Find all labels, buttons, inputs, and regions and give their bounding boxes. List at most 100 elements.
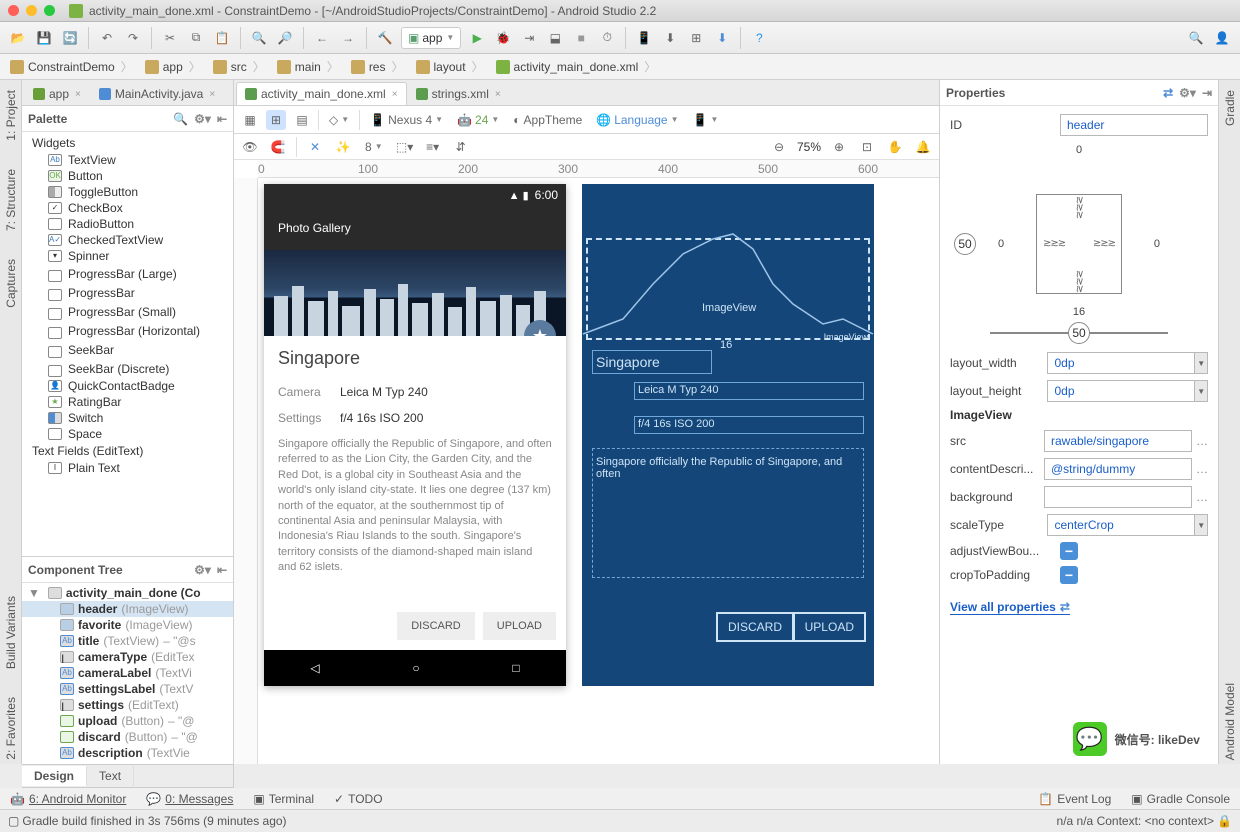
tab-text[interactable]: Text (87, 766, 134, 786)
prop-bg-input[interactable] (1044, 486, 1192, 508)
bp-upload[interactable]: UPLOAD (793, 612, 866, 642)
rail-structure[interactable]: 7: Structure (4, 165, 18, 235)
find-icon[interactable]: 🔍 (249, 28, 269, 48)
rail-build-variants[interactable]: Build Variants (4, 592, 18, 673)
save-icon[interactable]: 💾 (34, 28, 54, 48)
warnings-icon[interactable]: 🔔 (913, 137, 933, 157)
cut-icon[interactable]: ✂ (160, 28, 180, 48)
run-config-selector[interactable]: ▣app ▼ (401, 27, 461, 49)
more-icon[interactable]: … (1196, 490, 1208, 504)
dropdown-icon[interactable]: ▼ (1195, 352, 1208, 374)
cd-bias-b[interactable]: 50 (1068, 322, 1090, 344)
search-icon[interactable]: 🔍 (1186, 28, 1206, 48)
close-icon[interactable]: × (209, 89, 215, 100)
maximize-window-icon[interactable] (44, 5, 55, 16)
palette-item-togglebutton[interactable]: ToggleButton (22, 184, 233, 200)
tw-event-log[interactable]: 📋 Event Log (1038, 792, 1111, 806)
close-icon[interactable]: × (75, 89, 81, 100)
clear-constraints-icon[interactable]: ✕ (305, 137, 325, 157)
stop-icon[interactable]: ■ (571, 28, 591, 48)
crumb-main[interactable]: main (273, 56, 347, 78)
props-settings-icon[interactable]: ⚙▾ (1179, 86, 1196, 100)
palette-item-progressbar[interactable]: ProgressBar (22, 283, 233, 302)
more-icon[interactable]: … (1196, 434, 1208, 448)
prop-lw-input[interactable] (1047, 352, 1195, 374)
prop-cd-input[interactable] (1044, 458, 1192, 480)
palette-item-checkedtextview[interactable]: A✓CheckedTextView (22, 232, 233, 248)
more-icon[interactable]: … (1196, 462, 1208, 476)
zoom-out-icon[interactable]: ⊖ (769, 137, 789, 157)
rail-project[interactable]: 1: Project (4, 86, 18, 145)
prop-st-input[interactable] (1047, 514, 1195, 536)
props-hide-icon[interactable]: ⇥ (1202, 86, 1212, 100)
palette-item-progressbar-large[interactable]: ProgressBar (Large) (22, 264, 233, 283)
prop-ctp-toggle[interactable]: − (1060, 566, 1078, 584)
tab-activity-main-done[interactable]: activity_main_done.xml× (236, 82, 407, 105)
back-icon[interactable]: ← (312, 28, 332, 48)
attach-debugger-icon[interactable]: ⬓ (545, 28, 565, 48)
rail-captures[interactable]: Captures (4, 255, 18, 312)
tw-messages[interactable]: 💬 0: Messages (146, 792, 233, 806)
pan-icon[interactable]: ✋ (885, 137, 905, 157)
design-canvas[interactable]: 0 100 200 300 400 500 600 ▲ ▮ 6:00 Photo… (234, 160, 939, 764)
device-selector[interactable]: 📱Nexus 4▼ (366, 110, 447, 130)
api-selector[interactable]: 🤖24▼ (453, 110, 503, 130)
tab-mainactivity[interactable]: MainActivity.java× (90, 82, 224, 105)
palette-item-quickcontactbadge[interactable]: 👤QuickContactBadge (22, 378, 233, 394)
tree-row-discard[interactable]: discard (Button) – "@ (22, 729, 233, 745)
tree-row-settingslabel[interactable]: AbsettingsLabel (TextV (22, 681, 233, 697)
bp-discard[interactable]: DISCARD (716, 612, 794, 642)
layout-inspector-icon[interactable]: ⊞ (686, 28, 706, 48)
palette-group-textfields[interactable]: Text Fields (EditText) (22, 442, 233, 460)
cd-bias-h[interactable]: 50 (954, 233, 976, 255)
zoom-in-icon[interactable]: ⊕ (829, 137, 849, 157)
help-icon[interactable]: ? (749, 28, 769, 48)
user-icon[interactable]: 👤 (1212, 28, 1232, 48)
crumb-project[interactable]: ConstraintDemo (6, 56, 141, 78)
palette-group-widgets[interactable]: Widgets (22, 134, 233, 152)
tree-row-settings[interactable]: Isettings (EditText) (22, 697, 233, 713)
crumb-src[interactable]: src (209, 56, 273, 78)
theme-selector[interactable]: ◐AppTheme (509, 110, 586, 130)
sdk-icon[interactable]: ⬇ (660, 28, 680, 48)
props-swap-icon[interactable]: ⇄ (1163, 86, 1173, 100)
pack-icon[interactable]: ⬚▾ (395, 137, 415, 157)
tw-terminal[interactable]: ▣ Terminal (253, 792, 314, 806)
dropdown-icon[interactable]: ▼ (1195, 380, 1208, 402)
variant-selector[interactable]: 📱▼ (689, 110, 723, 130)
make-icon[interactable]: 🔨 (375, 28, 395, 48)
palette-settings-icon[interactable]: ⚙▾ (194, 112, 211, 126)
crumb-file[interactable]: activity_main_done.xml (492, 56, 665, 78)
close-icon[interactable]: × (392, 89, 398, 100)
palette-search-icon[interactable]: 🔍 (173, 112, 188, 126)
paste-icon[interactable]: 📋 (212, 28, 232, 48)
minimize-window-icon[interactable] (26, 5, 37, 16)
debug-icon[interactable]: 🐞 (493, 28, 513, 48)
palette-item-ratingbar[interactable]: ★RatingBar (22, 394, 233, 410)
replace-icon[interactable]: 🔎 (275, 28, 295, 48)
tree-row-favorite[interactable]: favorite (ImageView) (22, 617, 233, 633)
rail-gradle[interactable]: Gradle (1223, 86, 1237, 130)
profile-icon[interactable]: ⏱ (597, 28, 617, 48)
prop-id-input[interactable] (1060, 114, 1208, 136)
tab-app[interactable]: app× (24, 82, 90, 105)
infer-constraints-icon[interactable]: ✨ (333, 137, 353, 157)
tab-design[interactable]: Design (22, 766, 87, 786)
tab-strings[interactable]: strings.xml× (407, 82, 510, 105)
palette-item-button[interactable]: OKButton (22, 168, 233, 184)
palette-item-spinner[interactable]: ▾Spinner (22, 248, 233, 264)
constraint-diagram[interactable]: ≳≳≳ ≳≳≳ ≳≳≳ ≳≳≳ 0 16 0 0 50 50 (950, 144, 1208, 344)
design-surface-icon[interactable]: ⊞ (266, 110, 286, 130)
run-icon[interactable]: ▶ (467, 28, 487, 48)
status-lock-icon[interactable]: 🔒 (1217, 814, 1232, 828)
tree-settings-icon[interactable]: ⚙▾ (194, 563, 211, 577)
eye-icon[interactable]: 👁 (240, 137, 260, 157)
copy-icon[interactable]: ⧉ (186, 28, 206, 48)
design-preview[interactable]: ▲ ▮ 6:00 Photo Gallery ★ Singapore Camer… (264, 184, 566, 686)
prop-src-input[interactable] (1044, 430, 1192, 452)
crumb-res[interactable]: res (347, 56, 412, 78)
default-margin[interactable]: 8▼ (361, 137, 387, 157)
select-design-icon[interactable]: ▦ (240, 110, 260, 130)
close-icon[interactable]: × (495, 89, 501, 100)
palette-item-textview[interactable]: AbTextView (22, 152, 233, 168)
